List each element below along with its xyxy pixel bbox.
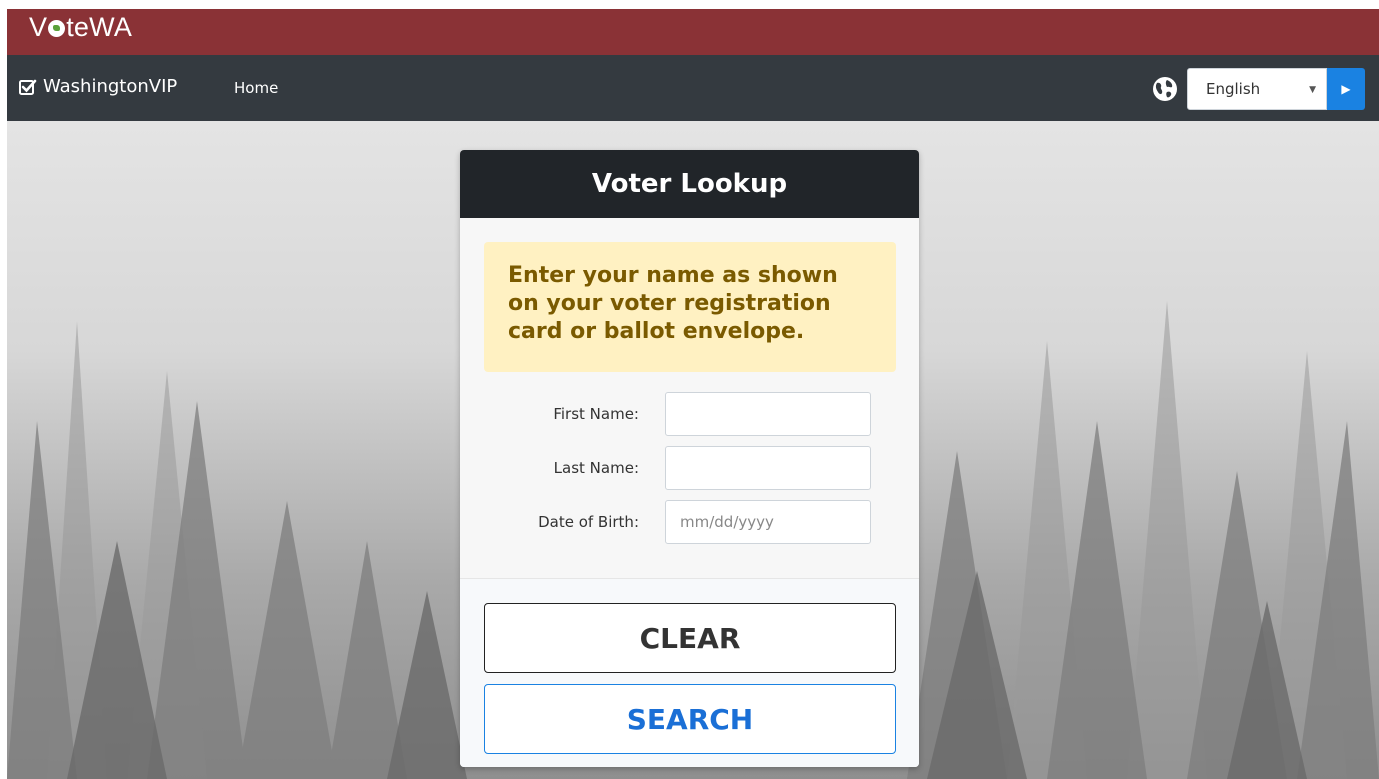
language-submit-button[interactable]: ▶ — [1327, 68, 1365, 110]
voter-lookup-card: Voter Lookup Enter your name as shown on… — [460, 150, 919, 767]
dob-input[interactable] — [665, 500, 871, 544]
site-header: VteWA — [7, 9, 1379, 55]
votewa-logo[interactable]: VteWA — [29, 12, 132, 43]
checkbox-icon — [19, 79, 37, 95]
last-name-row: Last Name: — [460, 446, 919, 490]
card-title: Voter Lookup — [460, 150, 919, 218]
first-name-row: First Name: — [460, 392, 919, 436]
instructions-alert: Enter your name as shown on your voter r… — [484, 242, 896, 372]
dob-row: Date of Birth: — [460, 500, 919, 544]
caret-down-icon: ▼ — [1309, 85, 1316, 95]
dob-label: Date of Birth: — [538, 513, 639, 531]
last-name-input[interactable] — [665, 446, 871, 490]
caret-right-icon: ▶ — [1341, 82, 1351, 96]
card-body: Enter your name as shown on your voter r… — [460, 218, 919, 578]
navbar: WashingtonVIP Home English ▼ ▶ — [7, 55, 1379, 121]
last-name-label: Last Name: — [553, 459, 639, 477]
search-button[interactable]: SEARCH — [484, 684, 896, 754]
washingtonvip-link[interactable]: WashingtonVIP — [19, 76, 177, 97]
language-select[interactable]: English ▼ — [1187, 68, 1327, 110]
first-name-input[interactable] — [665, 392, 871, 436]
globe-icon — [1153, 77, 1177, 101]
nav-home-link[interactable]: Home — [234, 79, 278, 97]
clear-button[interactable]: CLEAR — [484, 603, 896, 673]
first-name-label: First Name: — [553, 405, 639, 423]
washington-state-icon — [48, 20, 66, 37]
card-footer: CLEAR SEARCH — [460, 578, 919, 767]
